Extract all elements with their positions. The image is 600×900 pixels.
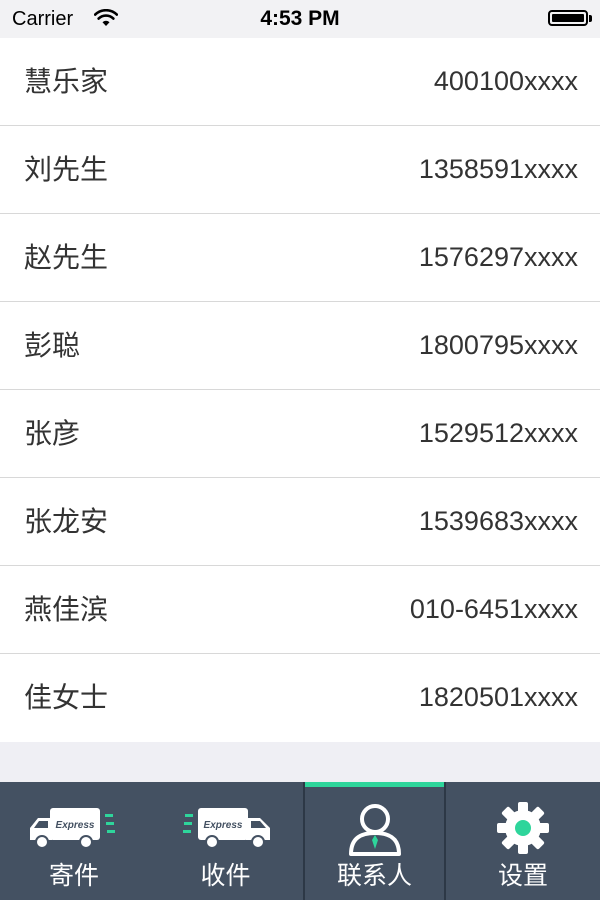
tab-send[interactable]: Express 寄件 <box>0 782 148 900</box>
contact-row[interactable]: 佳女士 1820501xxxx <box>0 654 600 742</box>
tab-label: 寄件 <box>48 861 99 890</box>
contact-row[interactable]: 刘先生 1358591xxxx <box>0 126 600 214</box>
contact-phone: 010-6451xxxx <box>409 594 578 624</box>
tab-contacts[interactable]: 联系人 <box>303 782 446 900</box>
tab-bar: Express 寄件 Express 收件 联系人 设置 <box>0 782 600 900</box>
contact-name: 彭聪 <box>24 329 81 362</box>
contact-name: 张彦 <box>24 417 81 450</box>
tab-label: 收件 <box>200 861 251 890</box>
contact-row[interactable]: 张彦 1529512xxxx <box>0 390 600 478</box>
status-bar: Carrier 4:53 PM <box>0 0 600 38</box>
battery-fill <box>552 14 584 22</box>
contact-row[interactable]: 张龙安 1539683xxxx <box>0 478 600 566</box>
battery-tip <box>589 15 592 22</box>
tab-receive[interactable]: Express 收件 <box>148 782 303 900</box>
tab-settings[interactable]: 设置 <box>446 782 600 900</box>
contact-row[interactable]: 燕佳滨 010-6451xxxx <box>0 566 600 654</box>
selected-indicator <box>305 782 444 787</box>
gear-icon <box>446 800 600 856</box>
contact-phone: 1820501xxxx <box>418 682 578 712</box>
tab-label: 联系人 <box>336 861 412 890</box>
contact-phone: 1800795xxxx <box>418 330 578 360</box>
contact-row[interactable]: 赵先生 1576297xxxx <box>0 214 600 302</box>
contact-name: 张龙安 <box>24 505 109 538</box>
truck-receive-icon: Express <box>148 800 303 856</box>
contact-phone: 1539683xxxx <box>418 506 578 536</box>
person-icon <box>305 800 444 856</box>
contact-row[interactable]: 慧乐家 400100xxxx <box>0 38 600 126</box>
contact-row[interactable]: 彭聪 1800795xxxx <box>0 302 600 390</box>
contact-name: 燕佳滨 <box>24 593 109 626</box>
contact-name: 赵先生 <box>24 241 109 274</box>
status-time: 4:53 PM <box>260 7 340 30</box>
contact-list: 慧乐家 400100xxxx 刘先生 1358591xxxx 赵先生 15762… <box>0 38 600 742</box>
svg-text:Express: Express <box>203 820 242 831</box>
contact-name: 佳女士 <box>24 681 109 714</box>
battery-icon <box>548 10 588 26</box>
contact-phone: 400100xxxx <box>433 66 578 96</box>
tab-label: 设置 <box>497 861 548 890</box>
contact-phone: 1358591xxxx <box>418 154 578 184</box>
contact-phone: 1529512xxxx <box>418 418 578 448</box>
contact-phone: 1576297xxxx <box>418 242 578 272</box>
svg-text:Express: Express <box>56 820 95 831</box>
contact-name: 刘先生 <box>24 153 109 186</box>
contact-name: 慧乐家 <box>24 65 109 98</box>
truck-send-icon: Express <box>0 800 148 856</box>
